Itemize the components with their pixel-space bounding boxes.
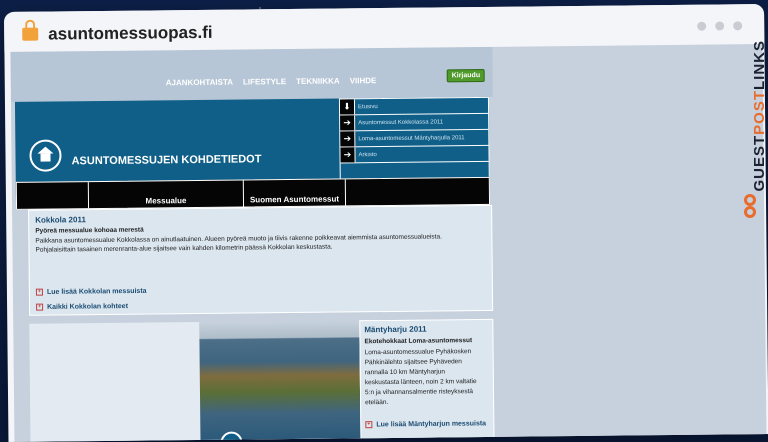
browser-window: asuntomessuopas.fi AJANKOHTAISTA LIFESTY… [4,4,768,442]
mantyharju-more-link-label: Lue lisää Mäntyharjun messuista [376,420,487,429]
column-header-empty [16,182,90,209]
mantyharju-subtitle: Ekotehokkaat Loma-asuntomessut [364,337,473,346]
arrow-down-icon: ⬇ [339,99,356,115]
menu-label: Etusivu [357,103,378,110]
kokkola-more-link[interactable]: + Lue lisää Kokkolan messuista [35,287,147,297]
content-blank-panel [29,321,201,442]
arrow-right-icon: ➔ [340,147,356,163]
mantyharju-line: rannalla 10 km Mäntyharjun [364,368,446,377]
home-icon[interactable] [29,139,62,172]
kokkola-all-link[interactable]: + Kaikki Kokkolan kohteet [36,303,128,311]
mantyharju-line: keskustasta länteen, noin 2 km valtatie [364,378,477,387]
brand-part-3: LINKS [751,40,768,90]
mantyharju-more-link[interactable]: + Lue lisää Mäntyharjun messuista [365,420,486,429]
window-dot-1[interactable] [697,21,707,31]
menu-label: Arkisto [358,151,377,158]
nav-ajankohtaista[interactable]: AJANKOHTAISTA [166,78,233,88]
window-dot-2[interactable] [715,21,725,31]
brand-text: GUESTPOSTLINKS [751,40,768,192]
kokkola-paragraph-1: Paikkana asuntomessualue Kokkolassa on a… [35,233,442,245]
mantyharju-aerial-photo[interactable] [199,320,361,440]
top-navigation: AJANKOHTAISTA LIFESTYLE TEKNIIKKA VIIHDE… [10,46,493,102]
side-menu: ⬇ Etusivu ➔ Asuntomessut Kokkolassa 2011 ➔… [338,96,490,181]
mantyharju-line: Loma-asuntomessualue Pyhäkosken [364,348,472,357]
kokkola-title[interactable]: Kokkola 2011 [35,215,86,225]
column-header-empty [346,178,489,205]
window-controls [697,21,743,31]
menu-item-etusivu[interactable]: ⬇ Etusivu [339,97,489,116]
window-dot-3[interactable] [733,21,743,31]
plus-icon: + [365,421,373,429]
plus-icon: + [36,303,44,311]
kokkola-more-link-label: Lue lisää Kokkolan messuista [46,287,147,296]
nav-viihde[interactable]: VIIHDE [350,76,377,85]
plus-icon: + [35,288,43,296]
mantyharju-line: etelään. [365,398,389,407]
menu-item-arkisto[interactable]: ➔ Arkisto [340,145,489,164]
banner: ASUNTOMESSUJEN KOHDETIEDOT [14,98,341,182]
arrow-right-icon: ➔ [340,131,356,147]
mantyharju-title[interactable]: Mäntyharju 2011 [364,325,426,335]
menu-label: Loma-asuntomessut Mäntyharjulla 2011 [358,134,465,142]
lock-icon [22,27,39,41]
url-text[interactable]: asuntomessuopas.fi [48,23,213,45]
nav-tekniikka[interactable]: TEKNIIKKA [296,76,340,85]
login-button[interactable]: Kirjaudu [446,68,486,83]
kokkola-paragraph-2: Pohjalaisittain tasainen merenranta-alue… [35,243,333,254]
mantyharju-line: Pähkinälehto sijaitsee Pyhäveden [364,358,462,367]
kokkola-section: Kokkola 2011 Pyöreä messualue kohoaa mer… [28,204,494,316]
chain-link-logo-icon [742,194,760,222]
column-header-suomen-asuntomessut[interactable]: Suomen Asuntomessut [243,179,347,207]
brand-part-2: POST [751,90,768,135]
menu-label: Asuntomessut Kokkolassa 2011 [358,118,444,126]
mantyharju-line: 5:n ja vihannansalmentie risteyksestä [364,388,474,397]
column-header-messualue[interactable]: Messualue [88,180,245,209]
page-viewport: AJANKOHTAISTA LIFESTYLE TEKNIIKKA VIIHDE… [10,44,767,442]
brand-part-1: GUEST [751,134,768,192]
page-title: ASUNTOMESSUJEN KOHDETIEDOT [71,153,262,168]
menu-item-kokkola[interactable]: ➔ Asuntomessut Kokkolassa 2011 [340,113,489,132]
nav-lifestyle[interactable]: LIFESTYLE [243,77,286,86]
nav-links: AJANKOHTAISTA LIFESTYLE TEKNIIKKA VIIHDE [166,76,377,87]
kokkola-all-link-label: Kaikki Kokkolan kohteet [47,303,129,311]
menu-item-mantyharju[interactable]: ➔ Loma-asuntomessut Mäntyharjulla 2011 [340,129,489,148]
kokkola-subtitle: Pyöreä messualue kohoaa merestä [35,226,144,235]
arrow-right-icon: ➔ [340,115,356,131]
mantyharju-section: Mäntyharju 2011 Ekotehokkaat Loma-asunto… [359,318,495,441]
